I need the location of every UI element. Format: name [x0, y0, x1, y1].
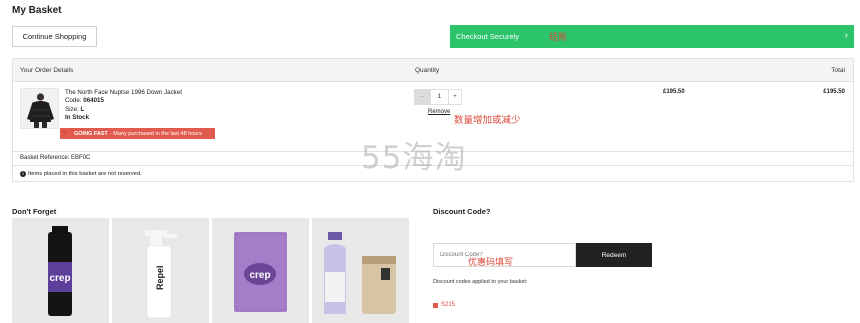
product-size: L [80, 105, 85, 113]
svg-text:Repel: Repel [155, 265, 165, 290]
chevron-right-icon: › [844, 30, 848, 41]
info-icon: i [20, 171, 26, 177]
badge-strong: GOING FAST [74, 130, 108, 137]
going-fast-badge: GOING FAST - Many purchased in the last … [60, 128, 215, 139]
continue-shopping-button[interactable]: Continue Shopping [12, 26, 97, 47]
checkout-button[interactable]: Checkout Securely 结账 › [450, 25, 854, 48]
discount-title: Discount Code? [433, 207, 491, 216]
product-tile-crep-spray[interactable]: crep [12, 218, 109, 323]
remove-link[interactable]: Remove [428, 109, 450, 115]
applied-code-text: S215 [441, 302, 456, 308]
applied-codes-label: Discount codes applied to your basket: [433, 279, 528, 285]
product-size-label: Size: [65, 105, 79, 113]
product-name[interactable]: The North Face Nuptse 1996 Down Jacket [65, 89, 182, 97]
quantity-annotation: 数量增加或减少 [454, 115, 521, 126]
checkout-label: Checkout Securely [456, 32, 519, 41]
header-details: Your Order Details [20, 67, 74, 74]
question-mark-icon: ? [61, 129, 68, 141]
page-title: My Basket [12, 5, 62, 16]
product-code-row: Code: 064015 [65, 97, 182, 105]
watermark: 55海淘 [361, 140, 467, 176]
dont-forget-title: Don't Forget [12, 207, 57, 216]
quantity-value[interactable]: 1 [431, 89, 448, 105]
order-header: Your Order Details Quantity Total [13, 59, 853, 82]
checkbox-icon[interactable] [433, 302, 438, 308]
quantity-stepper: - 1 + [414, 89, 462, 105]
product-code: 064015 [83, 97, 104, 105]
svg-text:crep: crep [249, 270, 270, 281]
quantity-decrease-button[interactable]: - [414, 89, 431, 105]
product-tile-crep-wipes[interactable]: crep [212, 218, 309, 323]
stock-status: In Stock [65, 113, 90, 121]
applied-code[interactable]: S215 [433, 302, 455, 308]
product-info: The North Face Nuptse 1996 Down Jacket C… [65, 89, 182, 122]
svg-text:crep: crep [49, 273, 70, 284]
unit-price: £195.50 [663, 89, 685, 95]
product-tile-jason-markk[interactable] [312, 218, 409, 323]
redeem-button[interactable]: Redeem [576, 243, 652, 267]
header-total: Total [831, 67, 845, 74]
discount-annotation: 优惠码填写 [468, 257, 514, 267]
line-total: £195.50 [823, 89, 845, 95]
product-tiles: crep Repel crep [12, 218, 409, 323]
product-tile-repel-spray[interactable]: Repel [112, 218, 209, 323]
badge-text: - Many purchased in the last 48 hours [109, 130, 202, 137]
quantity-increase-button[interactable]: + [448, 89, 462, 105]
header-quantity: Quantity [415, 67, 440, 74]
product-code-label: Code: [65, 97, 82, 105]
checkout-annotation: 结账 [548, 32, 567, 42]
product-image[interactable] [20, 88, 59, 129]
reserve-note-text: Items placed in this basket are not rese… [28, 171, 142, 177]
product-size-row: Size: L [65, 106, 182, 114]
